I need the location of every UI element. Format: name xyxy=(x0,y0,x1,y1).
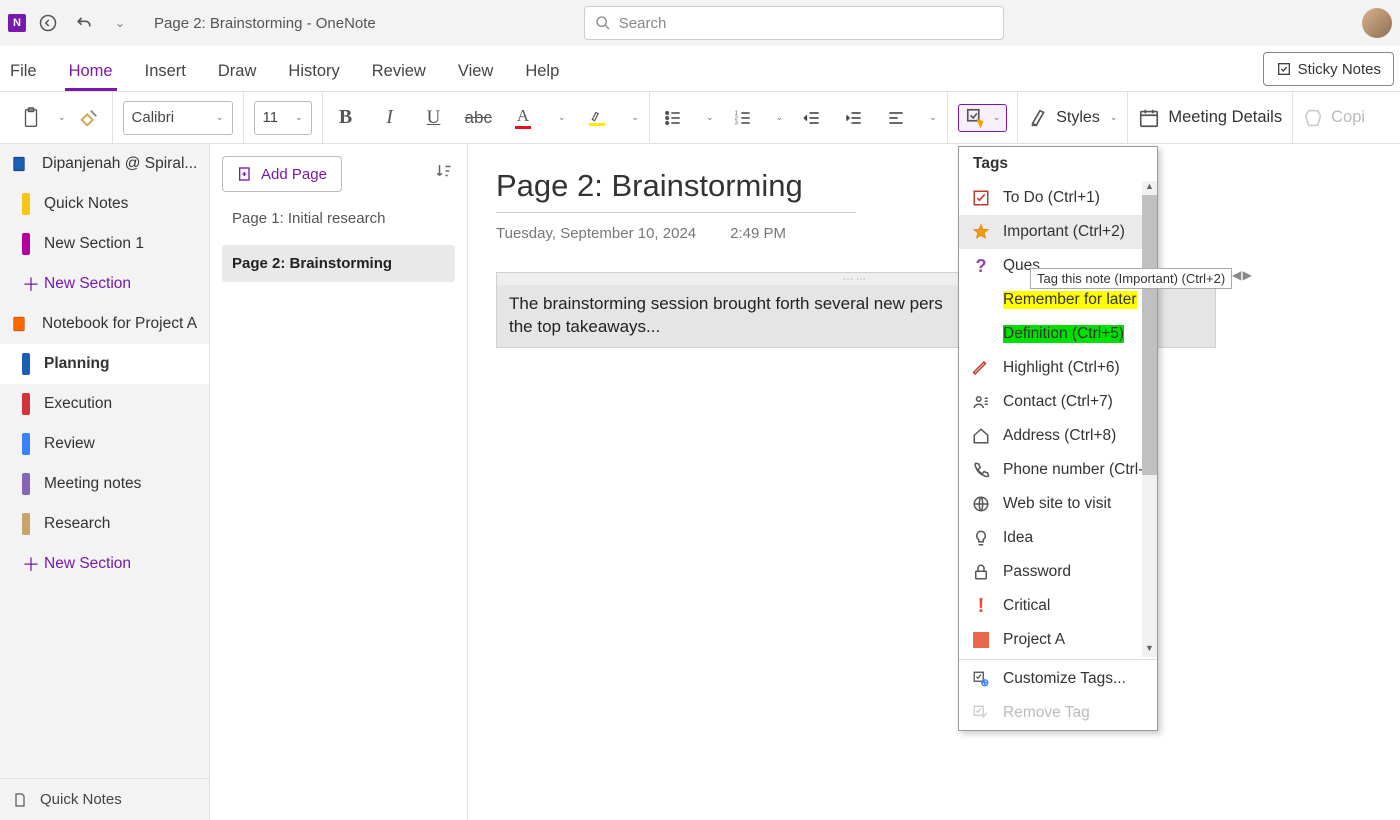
new-section-2[interactable]: ＋New Section xyxy=(0,544,209,584)
font-size-select[interactable]: 11⌄ xyxy=(254,101,312,135)
tag-definition[interactable]: Definition (Ctrl+5) xyxy=(959,317,1157,351)
menu-draw[interactable]: Draw xyxy=(214,54,261,91)
styles-icon xyxy=(1028,107,1050,129)
title-bar: N ⌄ Page 2: Brainstorming - OneNote Sear… xyxy=(0,0,1400,46)
tags-split-button[interactable]: ⌄ xyxy=(958,104,1008,132)
tag-phone[interactable]: Phone number (Ctrl- xyxy=(959,453,1157,487)
back-button[interactable] xyxy=(34,9,62,37)
menu-insert[interactable]: Insert xyxy=(141,54,190,91)
section-new-section-1[interactable]: New Section 1 xyxy=(0,224,209,264)
page-date: Tuesday, September 10, 2024 xyxy=(496,225,696,242)
tags-scrollbar[interactable]: ▲▼ xyxy=(1142,181,1157,657)
tags-scroll: To Do (Ctrl+1) Important (Ctrl+2) ?Ques … xyxy=(959,181,1157,657)
notebook-nav: Dipanjenah @ Spiral... Quick Notes New S… xyxy=(0,144,210,820)
copilot-button: Copi xyxy=(1303,107,1365,129)
font-color-dropdown[interactable]: ⌄ xyxy=(558,112,566,123)
highlight-button[interactable] xyxy=(584,102,610,134)
tags-header: Tags xyxy=(959,147,1157,181)
app-icon: N xyxy=(8,14,26,32)
menu-home[interactable]: Home xyxy=(65,54,117,91)
calendar-icon xyxy=(1138,107,1160,129)
page-time: 2:49 PM xyxy=(730,225,786,242)
notebook-icon xyxy=(10,155,28,173)
search-icon xyxy=(595,15,611,31)
tag-address[interactable]: Address (Ctrl+8) xyxy=(959,419,1157,453)
paste-button[interactable] xyxy=(18,102,44,134)
sticky-note-icon xyxy=(1276,61,1292,77)
page-link-2[interactable]: Page 2: Brainstorming xyxy=(222,245,455,282)
tag-critical[interactable]: !Critical xyxy=(959,589,1157,623)
notebook-header-1[interactable]: Dipanjenah @ Spiral... xyxy=(0,144,209,184)
tag-tooltip: Tag this note (Important) (Ctrl+2) xyxy=(1030,268,1232,289)
format-painter-button[interactable] xyxy=(76,102,102,134)
indent-button[interactable] xyxy=(841,102,867,134)
quick-notes-footer[interactable]: Quick Notes xyxy=(0,778,209,820)
new-section-1[interactable]: ＋New Section xyxy=(0,264,209,304)
page-link-1[interactable]: Page 1: Initial research xyxy=(222,200,455,237)
search-placeholder: Search xyxy=(619,15,667,32)
menu-review[interactable]: Review xyxy=(368,54,430,91)
ribbon: ⌄ Calibri⌄ 11⌄ B I U abc A ⌄ ⌄ ⌄ 123⌄ ⌄ … xyxy=(0,92,1400,144)
page-title[interactable]: Page 2: Brainstorming xyxy=(496,168,1372,204)
align-button[interactable] xyxy=(883,102,909,134)
tag-icon xyxy=(965,107,987,129)
customize-qat-button[interactable]: ⌄ xyxy=(106,9,134,37)
bullets-button[interactable] xyxy=(660,102,686,134)
menu-history[interactable]: History xyxy=(284,54,343,91)
remove-tag: Remove Tag xyxy=(959,696,1157,730)
user-avatar[interactable] xyxy=(1362,8,1392,38)
meeting-details-button[interactable]: Meeting Details xyxy=(1138,107,1282,129)
page-icon xyxy=(12,791,28,809)
add-page-button[interactable]: Add Page xyxy=(222,156,342,192)
tag-project-a[interactable]: Project A xyxy=(959,623,1157,657)
section-planning[interactable]: Planning xyxy=(0,344,209,384)
underline-button[interactable]: U xyxy=(421,102,447,134)
highlight-dropdown[interactable]: ⌄ xyxy=(632,112,640,123)
resize-handles[interactable]: ◀ ▶ xyxy=(1232,268,1251,282)
sticky-notes-button[interactable]: Sticky Notes xyxy=(1263,52,1394,86)
menu-view[interactable]: View xyxy=(454,54,497,91)
section-quick-notes[interactable]: Quick Notes xyxy=(0,184,209,224)
font-family-select[interactable]: Calibri⌄ xyxy=(123,101,233,135)
italic-button[interactable]: I xyxy=(377,102,403,134)
tag-website[interactable]: Web site to visit xyxy=(959,487,1157,521)
section-meeting-notes[interactable]: Meeting notes xyxy=(0,464,209,504)
body: Dipanjenah @ Spiral... Quick Notes New S… xyxy=(0,144,1400,820)
notebook-icon xyxy=(10,315,28,333)
customize-tags[interactable]: Customize Tags... xyxy=(959,662,1157,696)
numbering-button[interactable]: 123 xyxy=(730,102,756,134)
tag-highlight[interactable]: Highlight (Ctrl+6) xyxy=(959,351,1157,385)
undo-button[interactable] xyxy=(70,9,98,37)
add-page-icon xyxy=(237,166,253,182)
menu-bar: File Home Insert Draw History Review Vie… xyxy=(0,46,1400,92)
notebook-header-2[interactable]: Notebook for Project A xyxy=(0,304,209,344)
styles-button[interactable]: Styles⌄ xyxy=(1028,107,1117,129)
strikethrough-button[interactable]: abc xyxy=(465,102,492,134)
copilot-icon xyxy=(1303,107,1325,129)
font-color-button[interactable]: A xyxy=(510,102,536,134)
section-research[interactable]: Research xyxy=(0,504,209,544)
paste-dropdown[interactable]: ⌄ xyxy=(58,112,66,123)
page-date-time: Tuesday, September 10, 2024 2:49 PM xyxy=(496,225,1372,242)
window-title: Page 2: Brainstorming - OneNote xyxy=(154,15,376,32)
outdent-button[interactable] xyxy=(799,102,825,134)
menu-help[interactable]: Help xyxy=(521,54,563,91)
tag-idea[interactable]: Idea xyxy=(959,521,1157,555)
bold-button[interactable]: B xyxy=(333,102,359,134)
tag-password[interactable]: Password xyxy=(959,555,1157,589)
tag-contact[interactable]: Contact (Ctrl+7) xyxy=(959,385,1157,419)
tags-dropdown: Tags To Do (Ctrl+1) Important (Ctrl+2) ?… xyxy=(958,146,1158,731)
svg-text:3: 3 xyxy=(734,120,737,126)
title-underline xyxy=(496,212,856,213)
section-review[interactable]: Review xyxy=(0,424,209,464)
page-list: Add Page Page 1: Initial research Page 2… xyxy=(210,144,468,820)
section-execution[interactable]: Execution xyxy=(0,384,209,424)
tag-important[interactable]: Important (Ctrl+2) xyxy=(959,215,1157,249)
page-canvas[interactable]: Page 2: Brainstorming Tuesday, September… xyxy=(468,144,1400,820)
tag-todo[interactable]: To Do (Ctrl+1) xyxy=(959,181,1157,215)
search-input[interactable]: Search xyxy=(584,6,1004,40)
sort-pages-button[interactable] xyxy=(435,162,453,185)
menu-file[interactable]: File xyxy=(6,54,41,91)
